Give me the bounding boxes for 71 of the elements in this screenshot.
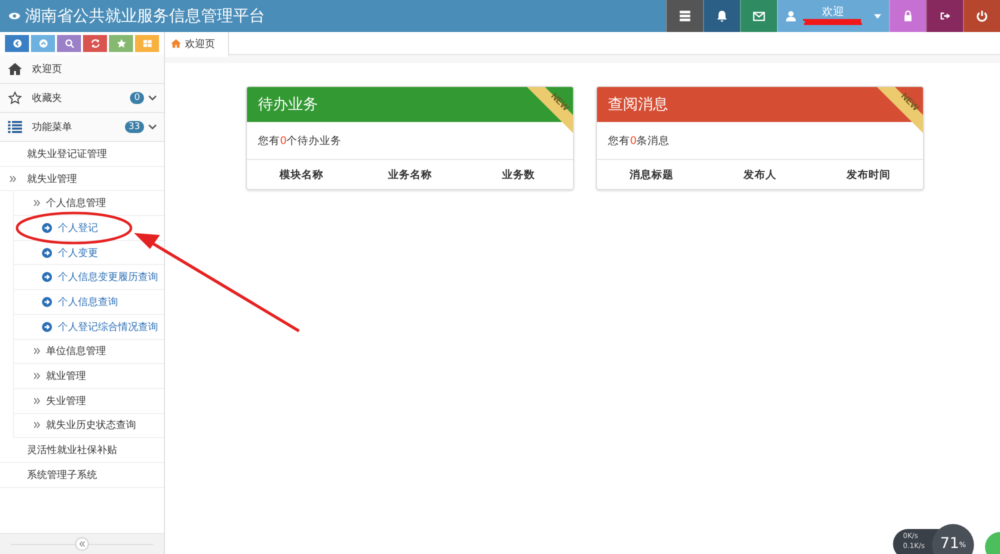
- mail-button[interactable]: [740, 0, 777, 32]
- menu-item[interactable]: 失业管理: [13, 388, 164, 414]
- user-icon: [786, 10, 796, 22]
- column-header: 发布人: [742, 168, 778, 182]
- tab[interactable]: 欢迎页: [165, 32, 229, 57]
- arrow-circle-icon: [42, 272, 52, 282]
- up-icon: [38, 38, 48, 49]
- count-badge: 0: [130, 92, 144, 104]
- arrow-circle-icon: [42, 248, 52, 258]
- menu-link[interactable]: 个人信息查询: [13, 290, 164, 315]
- refresh-button[interactable]: [83, 35, 107, 52]
- count-badge: 33: [124, 121, 144, 133]
- eye-icon: [9, 12, 20, 20]
- column-header: 消息标题: [628, 168, 674, 182]
- star-icon: [116, 38, 126, 49]
- refresh-icon: [90, 38, 100, 49]
- sidebar-item[interactable]: 欢迎页: [0, 55, 164, 84]
- logout-button[interactable]: [926, 0, 963, 32]
- list-icon: [8, 121, 22, 133]
- arrow-circle-icon: [42, 322, 52, 332]
- mail-icon: [752, 9, 766, 23]
- sidebar-item[interactable]: 收藏夹 0: [0, 84, 164, 113]
- card-title: 待办业务: [258, 95, 318, 114]
- menu-item[interactable]: 系统管理子系统: [0, 462, 164, 488]
- power-icon: [975, 9, 989, 23]
- arrow-circle-icon: [42, 222, 52, 233]
- menu-item[interactable]: 就失业历史状态查询: [13, 414, 164, 438]
- double-chevron-icon: [10, 176, 16, 182]
- menu-link[interactable]: 个人信息变更履历查询: [13, 265, 164, 290]
- column-header: 业务数: [501, 168, 536, 182]
- double-chevron-icon: [34, 348, 40, 354]
- menu-item[interactable]: 单位信息管理: [13, 340, 164, 364]
- search-button[interactable]: [57, 35, 81, 52]
- server-icon: [678, 9, 692, 23]
- server-button[interactable]: [666, 0, 703, 32]
- app-title: 湖南省公共就业服务信息管理平台: [25, 6, 265, 26]
- bell-icon: [715, 9, 729, 23]
- collapse-icon[interactable]: [75, 537, 89, 551]
- menu-item[interactable]: 就业管理: [13, 364, 164, 389]
- column-header: 发布时间: [845, 168, 892, 182]
- menu-item[interactable]: 灵活性就业社保补贴: [0, 438, 164, 463]
- double-chevron-icon: [34, 373, 40, 380]
- menu-item[interactable]: 个人信息管理: [13, 191, 164, 216]
- back-button[interactable]: [5, 35, 29, 52]
- search-icon: [64, 38, 74, 49]
- home-icon: [171, 39, 181, 48]
- star-icon: [8, 91, 22, 105]
- column-header: 业务名称: [387, 168, 433, 182]
- arrow-circle-icon: [42, 296, 52, 307]
- grid-icon: [142, 38, 152, 49]
- sidebar-item[interactable]: 功能菜单 33: [0, 113, 164, 142]
- up-button[interactable]: [31, 35, 55, 52]
- column-header: 模块名称: [278, 168, 324, 182]
- menu-item[interactable]: 就失业管理: [0, 166, 164, 192]
- lock-button[interactable]: [889, 0, 926, 32]
- message-text: 您有0个待办业务: [258, 134, 342, 148]
- star-button[interactable]: [109, 35, 133, 52]
- redaction-scribble: [802, 18, 864, 26]
- double-chevron-icon: [34, 398, 40, 404]
- card-title: 查阅消息: [608, 95, 668, 114]
- message-text: 您有0条消息: [608, 134, 670, 148]
- usage-percent: 71: [940, 534, 960, 552]
- caret-icon: [874, 14, 881, 18]
- back-icon: [12, 38, 22, 49]
- double-chevron-icon: [34, 422, 40, 428]
- menu-link[interactable]: 个人登记综合情况查询: [13, 314, 164, 340]
- double-chevron-icon: [34, 200, 40, 206]
- menu-item[interactable]: 就失业登记证管理: [0, 142, 164, 167]
- power-button[interactable]: [963, 0, 1000, 32]
- bell-button[interactable]: [703, 0, 740, 32]
- home-icon: [8, 63, 22, 75]
